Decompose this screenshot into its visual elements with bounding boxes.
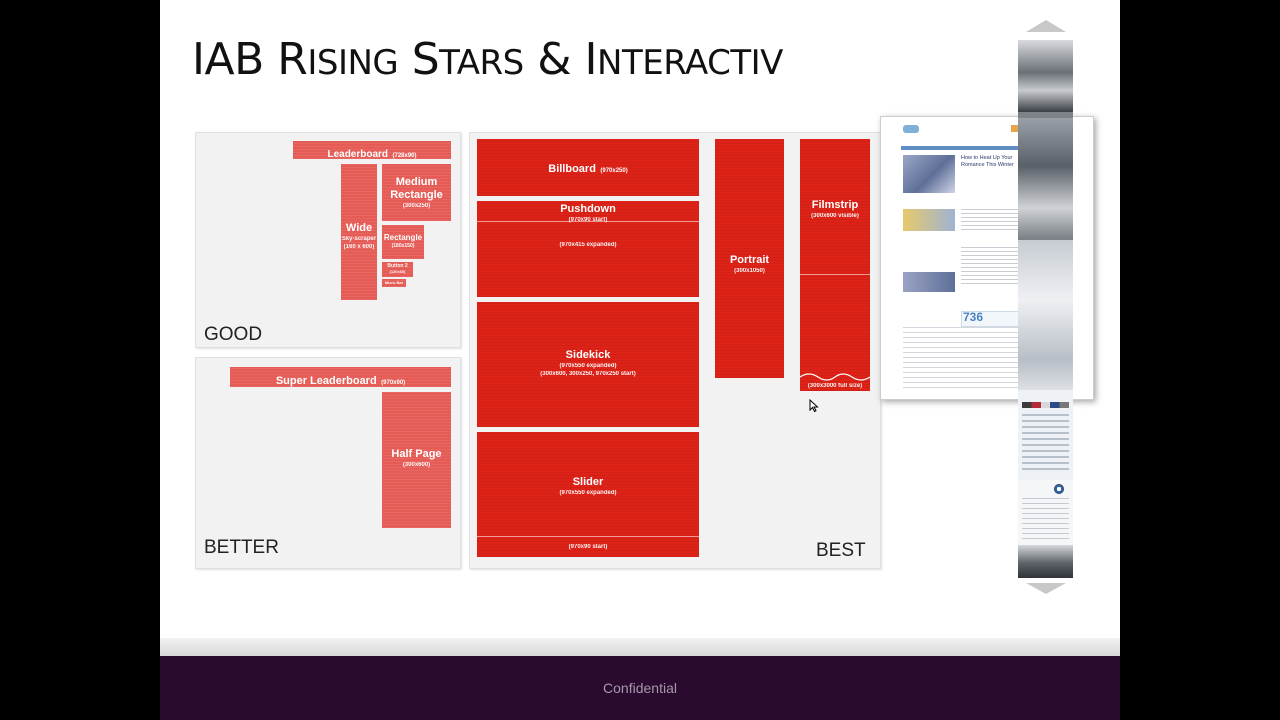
title-part: IAB R xyxy=(192,34,308,85)
strip-text-lines xyxy=(1022,414,1069,474)
portrait-size: (300x1050) xyxy=(734,268,765,274)
tier-best-label: BEST xyxy=(816,540,866,561)
sidekick-name: Sidekick xyxy=(565,349,611,361)
billboard-ad: Billboard (970x250) xyxy=(477,139,699,196)
slide-footer: Confidential xyxy=(160,656,1120,720)
photo-row xyxy=(903,209,955,231)
wide-skyscraper-ad: Wide Sky-scraper (160 x 600) xyxy=(341,164,377,300)
strip-car-photo-2 xyxy=(1018,118,1073,238)
billboard-name: Billboard xyxy=(548,163,596,175)
slider-ad: Slider (970x550 expanded) (970x90 start) xyxy=(477,432,699,557)
counter-value: 736 xyxy=(963,310,984,324)
site-nav-bar xyxy=(901,146,1019,150)
half-page-ad: Half Page (300x600) xyxy=(382,392,451,528)
filmstrip-preview-strip xyxy=(1018,40,1073,578)
tier-good-label: GOOD xyxy=(204,324,263,345)
strip-car-photo-3 xyxy=(1018,240,1073,390)
title-part: NTERACTIV xyxy=(597,43,783,83)
wide-size: (160 x 600) xyxy=(343,244,375,250)
feature-photo xyxy=(903,155,955,193)
sidekick-size-expanded: (970x550 expanded) xyxy=(559,363,617,369)
text-lines xyxy=(961,209,1019,233)
tier-better-label: BETTER xyxy=(204,537,279,558)
filmstrip-size-full: (300x3000 full size) xyxy=(807,383,863,389)
good-panel: Leaderboard (728x90) Wide Sky-scraper (1… xyxy=(195,132,461,348)
slide-title: IAB RISING STARS & INTERACTIV xyxy=(192,32,848,92)
button2-ad: Button 2 (120x60) xyxy=(382,262,413,277)
footer-divider xyxy=(160,638,1120,656)
filmstrip-size-visible: (300x600 visible) xyxy=(811,213,859,219)
slider-size-start: (970x90 start) xyxy=(568,544,608,550)
slider-size-expanded: (970x550 expanded) xyxy=(559,490,617,496)
slide: IAB RISING STARS & INTERACTIV Leaderboar… xyxy=(160,0,1120,720)
better-panel: Super Leaderboard (970x90) Half Page (30… xyxy=(195,357,461,569)
strip-content-2 xyxy=(1018,480,1073,545)
portrait-name: Portrait xyxy=(729,254,770,266)
title-part: S xyxy=(398,34,440,85)
rectangle-name: Rectangle xyxy=(383,233,423,242)
leaderboard-size: (728x90) xyxy=(392,153,417,159)
portrait-ad: Portrait (300x1050) xyxy=(715,139,784,378)
text-lines-2 xyxy=(961,247,1019,287)
strip-text-lines-2 xyxy=(1022,498,1069,542)
super-leaderboard-name: Super Leaderboard xyxy=(275,375,377,387)
site-logo xyxy=(903,125,919,133)
strip-logo-icon xyxy=(1054,484,1064,494)
wide-name: Wide xyxy=(345,222,373,234)
rectangle-ad: Rectangle (180x150) xyxy=(382,225,424,259)
filmstrip-name: Filmstrip xyxy=(811,199,859,211)
pushdown-name: Pushdown xyxy=(560,203,616,215)
micro-bar-name: Micro Bar xyxy=(384,280,404,285)
sidekick-size-start: (300x600, 300x250, 970x250 start) xyxy=(540,371,636,377)
strip-swatches xyxy=(1022,402,1069,408)
slider-divider xyxy=(477,536,699,537)
slider-name: Slider xyxy=(572,476,604,488)
text-lines-3 xyxy=(903,327,1019,389)
filmstrip-ad: Filmstrip (300x600 visible) (300x3000 fu… xyxy=(800,139,870,391)
wide-line2: Sky-scraper xyxy=(341,236,377,242)
leaderboard-name: Leaderboard xyxy=(327,149,389,159)
title-part: TARS xyxy=(439,43,524,83)
photo-row-2 xyxy=(903,272,955,292)
pushdown-divider xyxy=(477,221,699,222)
super-leaderboard-ad: Super Leaderboard (970x90) xyxy=(230,367,451,387)
medium-rectangle-name: Medium Rectangle xyxy=(390,176,443,201)
billboard-size: (970x250) xyxy=(600,168,628,174)
strip-car-photo-1 xyxy=(1018,40,1073,112)
sidekick-ad: Sidekick (970x550 expanded) (300x600, 30… xyxy=(477,302,699,427)
best-panel: Billboard (970x250) Pushdown (970x90 sta… xyxy=(469,132,881,569)
title-part: ISING xyxy=(307,43,399,83)
medium-rectangle-ad: Medium Rectangle (300x250) xyxy=(382,164,451,221)
pushdown-ad: Pushdown (970x90 start) (970x415 expande… xyxy=(477,201,699,297)
title-part: & I xyxy=(523,34,598,85)
half-page-size: (300x600) xyxy=(402,462,431,468)
scroll-down-arrow-icon[interactable] xyxy=(1026,583,1066,595)
filmstrip-divider xyxy=(800,274,870,275)
rectangle-size: (180x150) xyxy=(391,243,415,249)
pushdown-size-expanded: (970x415 expanded) xyxy=(559,242,617,248)
pushdown-size-start: (970x90 start) xyxy=(568,217,608,223)
micro-bar-ad: Micro Bar xyxy=(382,279,406,287)
super-leaderboard-size: (970x90) xyxy=(381,380,406,386)
footer-confidential-text: Confidential xyxy=(603,680,677,696)
mouse-cursor-icon xyxy=(809,399,819,413)
strip-car-photo-4 xyxy=(1018,545,1073,578)
button2-size: (120x60) xyxy=(389,269,406,274)
half-page-name: Half Page xyxy=(391,448,442,460)
strip-content-1 xyxy=(1018,390,1073,480)
feature-headline: How to Heat Up Your Romance This Winter xyxy=(961,155,1014,168)
filmstrip-wave xyxy=(800,373,870,381)
medium-rectangle-size: (300x250) xyxy=(402,203,431,209)
leaderboard-ad: Leaderboard (728x90) xyxy=(293,141,451,159)
scroll-up-arrow-icon[interactable] xyxy=(1026,19,1066,33)
